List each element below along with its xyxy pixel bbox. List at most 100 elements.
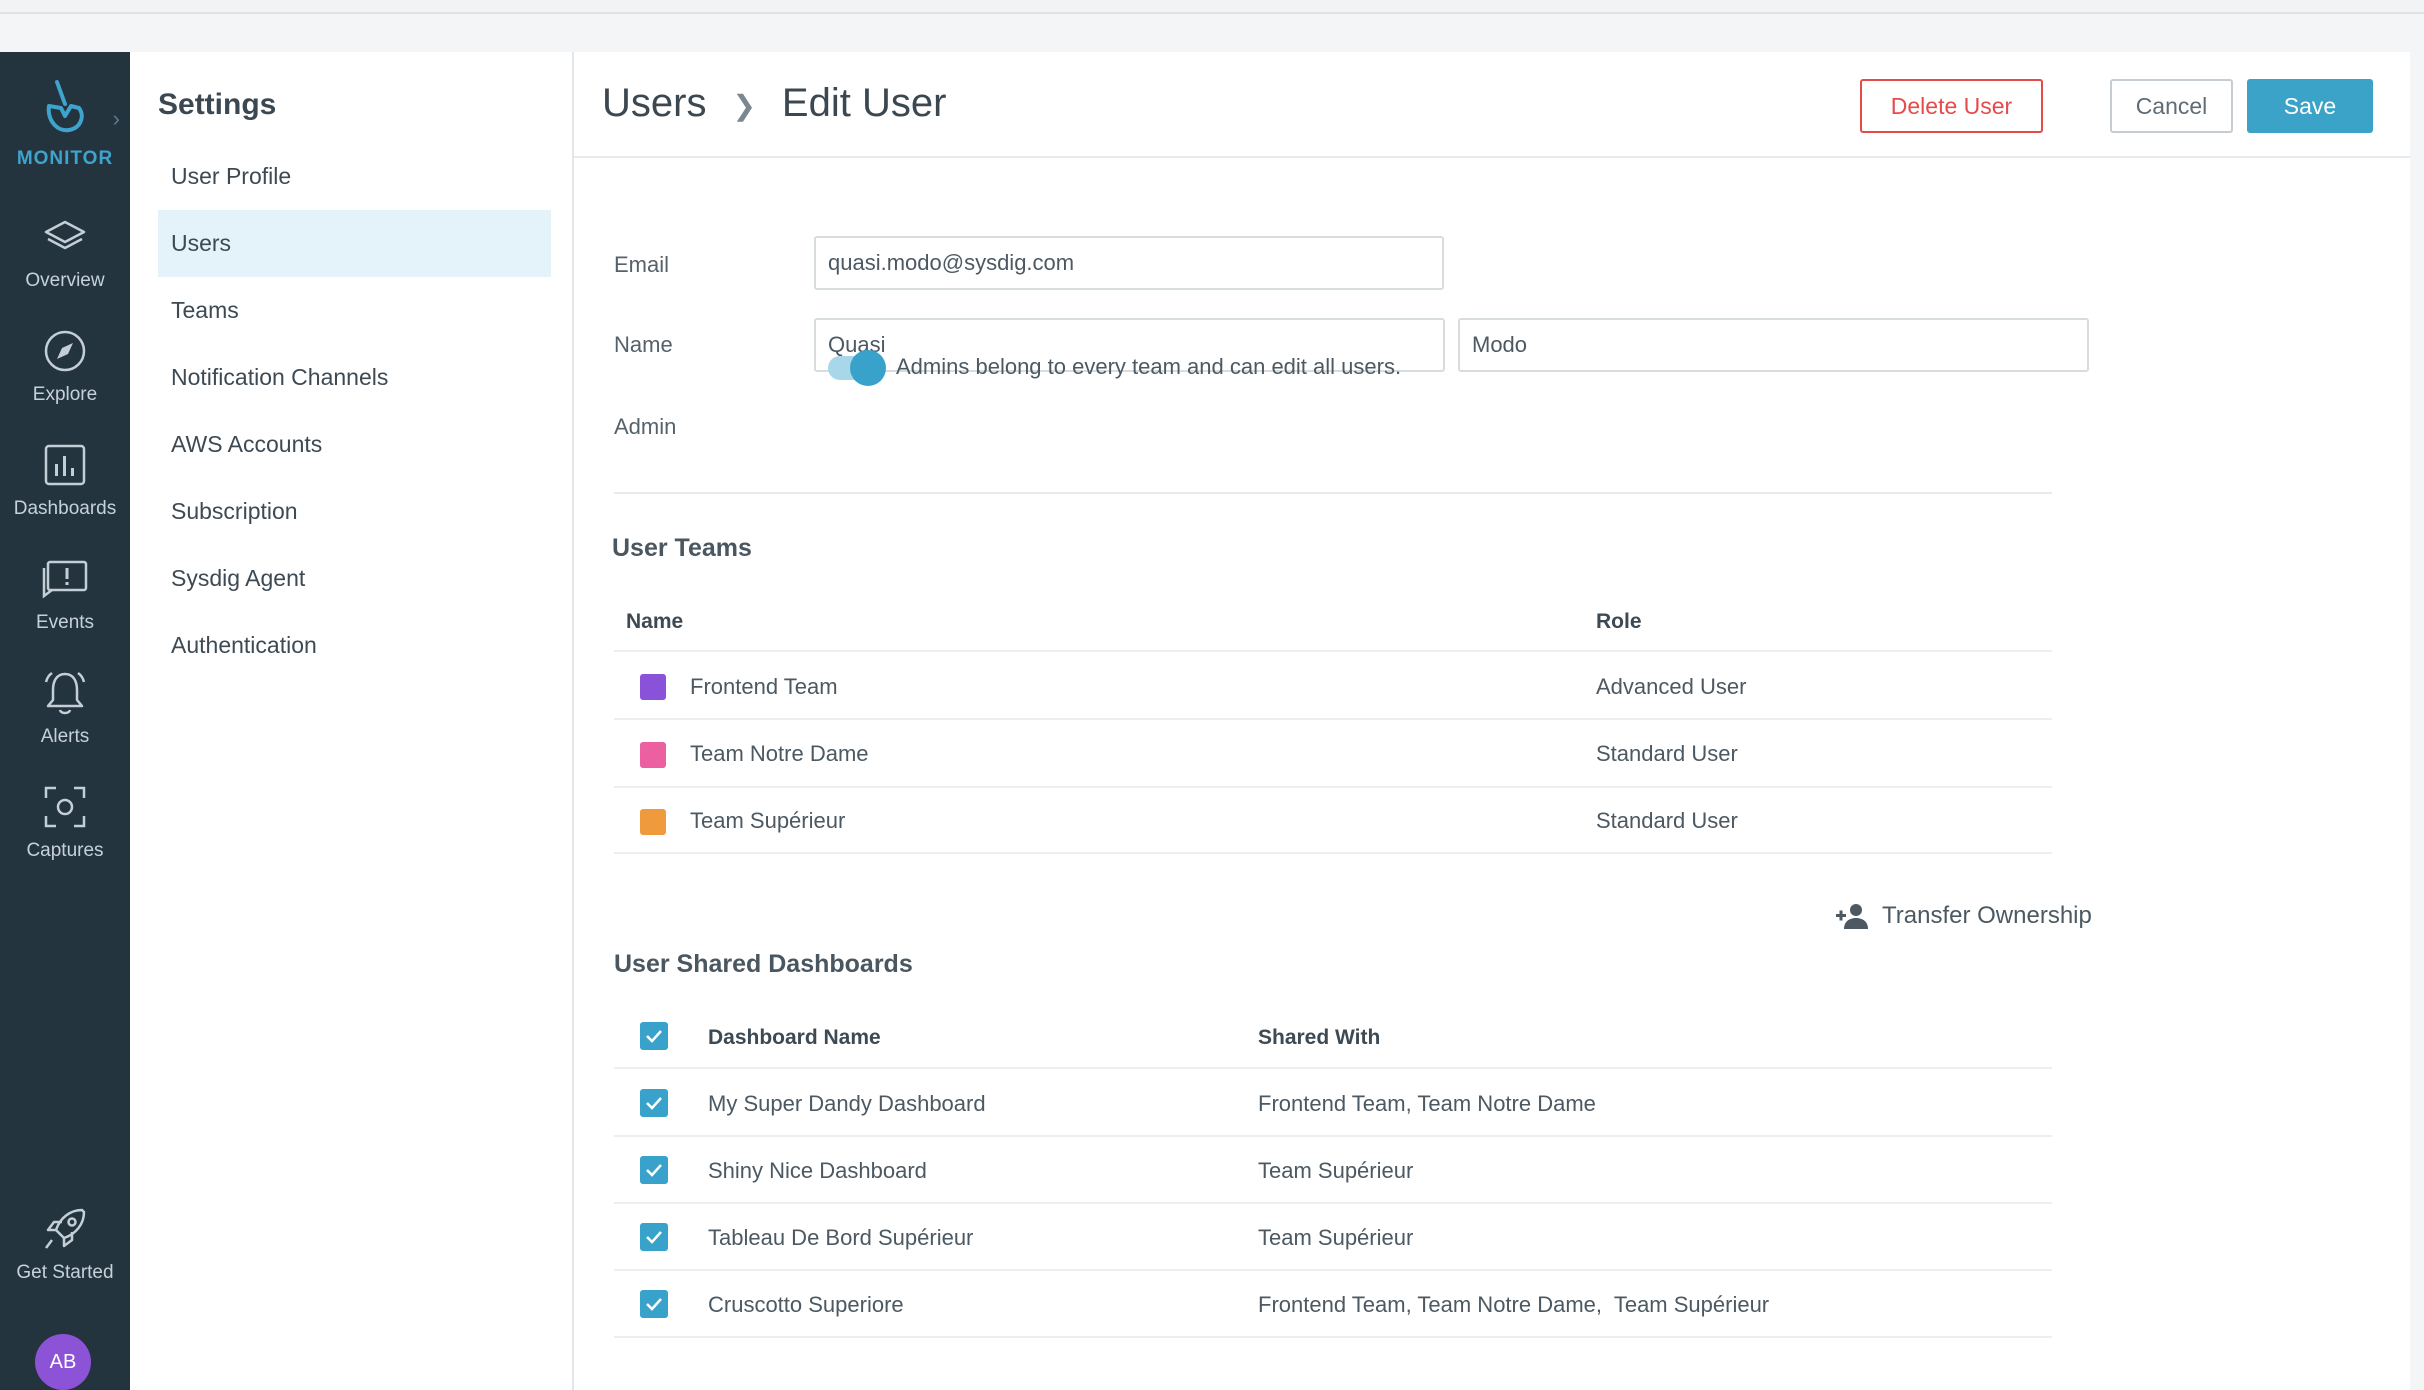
teams-col-name: Name xyxy=(626,610,684,633)
alert-message-icon xyxy=(42,560,88,599)
toggle-knob xyxy=(850,350,886,386)
checkmark-icon xyxy=(646,1097,662,1110)
row-divider xyxy=(614,1135,2052,1137)
admin-label: Admin xyxy=(614,414,677,439)
settings-item-aws-accounts[interactable]: AWS Accounts xyxy=(158,411,551,478)
dashboard-checkbox[interactable] xyxy=(640,1223,668,1251)
checkmark-icon xyxy=(646,1030,662,1043)
team-role: Standard User xyxy=(1596,741,1738,766)
nav-label-dashboards: Dashboards xyxy=(13,498,117,519)
dashboard-shared-with: Frontend Team, Team Notre Dame xyxy=(1258,1091,1596,1116)
checkmark-icon xyxy=(646,1298,662,1311)
name-label: Name xyxy=(614,332,673,357)
row-divider xyxy=(614,1067,2052,1069)
dashboard-name: Shiny Nice Dashboard xyxy=(708,1158,927,1183)
settings-title: Settings xyxy=(158,88,277,121)
last-name-field[interactable] xyxy=(1458,318,2089,372)
breadcrumb-edit-user: Edit User xyxy=(781,81,947,125)
nav-item-explore[interactable]: Explore xyxy=(0,326,130,406)
row-divider xyxy=(614,1336,2052,1338)
chevron-right-icon[interactable]: › xyxy=(113,106,120,132)
rocket-icon xyxy=(45,1208,86,1249)
nav-item-events[interactable]: Events xyxy=(0,554,130,634)
nav-item-get-started[interactable]: Get Started xyxy=(0,1204,130,1284)
bell-icon xyxy=(44,671,86,715)
team-name: Frontend Team xyxy=(690,674,838,699)
nav-label-events: Events xyxy=(35,612,95,633)
delete-user-button[interactable]: Delete User xyxy=(1860,79,2043,133)
nav-label-captures: Captures xyxy=(26,840,104,861)
user-teams-title: User Teams xyxy=(612,534,752,562)
transfer-ownership-label: Transfer Ownership xyxy=(1882,902,2092,929)
brand[interactable]: MONITOR xyxy=(0,76,130,170)
email-field[interactable] xyxy=(814,236,1444,290)
team-color-swatch xyxy=(640,742,666,768)
nav-item-overview[interactable]: Overview xyxy=(0,212,130,292)
dashboard-shared-with: Frontend Team, Team Notre Dame, Team Sup… xyxy=(1258,1292,1770,1317)
nav-item-captures[interactable]: Captures xyxy=(0,782,130,862)
row-divider xyxy=(614,1202,2052,1204)
row-divider xyxy=(614,786,2052,788)
teams-col-role: Role xyxy=(1596,610,1642,633)
team-role: Standard User xyxy=(1596,808,1738,833)
compass-icon xyxy=(44,330,86,372)
settings-item-sysdig-agent[interactable]: Sysdig Agent xyxy=(158,545,551,612)
capture-icon xyxy=(44,786,86,828)
sysdig-shovel-logo-icon xyxy=(46,80,84,133)
bar-chart-icon xyxy=(44,444,86,486)
dashboards-col-shared: Shared With xyxy=(1258,1026,1381,1049)
main-nav-rail: MONITOR › Overview Explore Dashboards Ev… xyxy=(0,52,130,1390)
save-button[interactable]: Save xyxy=(2247,79,2373,133)
row-divider xyxy=(614,852,2052,854)
settings-item-notification-channels[interactable]: Notification Channels xyxy=(158,344,551,411)
app-shell: MONITOR › Overview Explore Dashboards Ev… xyxy=(0,52,2410,1390)
settings-item-subscription[interactable]: Subscription xyxy=(158,478,551,545)
user-avatar[interactable]: AB xyxy=(35,1334,91,1390)
add-person-icon xyxy=(1836,904,1868,929)
breadcrumb-users[interactable]: Users xyxy=(602,81,706,125)
nav-label-overview: Overview xyxy=(25,270,105,291)
nav-label-alerts: Alerts xyxy=(40,726,90,747)
team-role: Advanced User xyxy=(1596,674,1747,699)
settings-nav: User Profile Users Teams Notification Ch… xyxy=(158,143,551,679)
team-color-swatch xyxy=(640,674,666,700)
nav-item-dashboards[interactable]: Dashboards xyxy=(0,440,130,520)
nav-item-alerts[interactable]: Alerts xyxy=(0,668,130,748)
section-divider xyxy=(614,492,2052,494)
dashboard-checkbox[interactable] xyxy=(640,1290,668,1318)
layers-icon xyxy=(44,220,86,250)
brand-label: MONITOR xyxy=(16,148,114,169)
breadcrumb: Users ❯ Edit User xyxy=(602,81,946,126)
transfer-ownership-button[interactable]: Transfer Ownership xyxy=(1834,896,2092,936)
dashboard-shared-with: Team Supérieur xyxy=(1258,1225,1414,1250)
select-all-checkbox[interactable] xyxy=(640,1022,668,1050)
settings-item-teams[interactable]: Teams xyxy=(158,277,551,344)
settings-item-user-profile[interactable]: User Profile xyxy=(158,143,551,210)
page-header: Users ❯ Edit User Delete User Cancel Save xyxy=(574,52,2410,158)
checkmark-icon xyxy=(646,1164,662,1177)
dashboard-name: Tableau De Bord Supérieur xyxy=(708,1225,974,1250)
edit-user-page: Users ❯ Edit User Delete User Cancel Save … xyxy=(574,52,2410,1390)
settings-item-authentication[interactable]: Authentication xyxy=(158,612,551,679)
nav-label-explore: Explore xyxy=(32,384,98,405)
browser-top-strip xyxy=(0,0,2424,14)
chevron-right-icon: ❯ xyxy=(732,89,756,121)
dashboard-name: Cruscotto Superiore xyxy=(708,1292,904,1317)
team-name: Team Supérieur xyxy=(690,808,846,833)
settings-sidebar: Settings User Profile Users Teams Notifi… xyxy=(130,52,574,1390)
row-divider xyxy=(614,718,2052,720)
dashboard-checkbox[interactable] xyxy=(640,1156,668,1184)
dashboard-checkbox[interactable] xyxy=(640,1089,668,1117)
shared-dashboards-title: User Shared Dashboards xyxy=(614,950,913,978)
settings-item-users[interactable]: Users xyxy=(158,210,551,277)
team-name: Team Notre Dame xyxy=(690,741,869,766)
admin-toggle[interactable] xyxy=(828,350,886,386)
dashboards-col-name: Dashboard Name xyxy=(708,1026,881,1049)
email-label: Email xyxy=(614,252,670,277)
team-color-swatch xyxy=(640,809,666,835)
cancel-button[interactable]: Cancel xyxy=(2110,79,2233,133)
dashboard-name: My Super Dandy Dashboard xyxy=(708,1091,986,1116)
row-divider xyxy=(614,1269,2052,1271)
checkmark-icon xyxy=(646,1231,662,1244)
row-divider xyxy=(614,650,2052,652)
